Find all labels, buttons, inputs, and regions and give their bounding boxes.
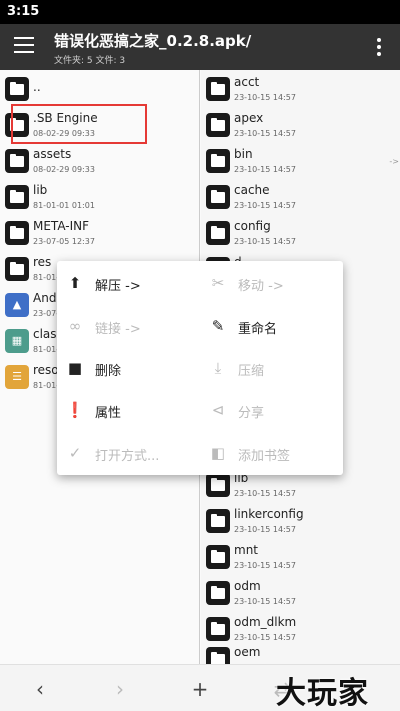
file-row[interactable]: config 23-10-15 14:57 xyxy=(201,216,400,252)
file-name: config xyxy=(234,219,271,233)
file-row[interactable]: lib 81-01-01 01:01 xyxy=(0,180,199,216)
forward-arrow-icon[interactable]: › xyxy=(105,675,135,703)
file-name: .. xyxy=(33,80,41,94)
folder-icon xyxy=(206,509,230,533)
resources-file-icon: ☰ xyxy=(5,365,29,389)
file-name: acct xyxy=(234,75,260,89)
link-menu-item[interactable]: ∞ 链接 -> xyxy=(57,305,200,347)
file-date: 23-10-15 14:57 xyxy=(234,165,296,174)
file-date: 23-07-05 12:37 xyxy=(33,237,95,246)
file-name: apex xyxy=(234,111,264,125)
file-row[interactable]: bin 23-10-15 14:57 -> xyxy=(201,144,400,180)
android-file-icon: ▲ xyxy=(5,293,29,317)
file-row[interactable]: apex 23-10-15 14:57 xyxy=(201,108,400,144)
folder-icon xyxy=(206,581,230,605)
file-row[interactable]: oem xyxy=(201,642,400,664)
file-row[interactable]: mnt 23-10-15 14:57 xyxy=(201,540,400,576)
file-row[interactable]: cache 23-10-15 14:57 xyxy=(201,180,400,216)
compress-menu-item[interactable]: ⤓ 压缩 xyxy=(200,347,343,389)
folder-icon xyxy=(206,221,230,245)
folder-icon xyxy=(206,473,230,497)
folder-icon xyxy=(206,647,230,664)
folder-icon xyxy=(206,149,230,173)
symlink-arrow: -> xyxy=(389,157,399,166)
file-date: 23-10-15 14:57 xyxy=(234,201,296,210)
file-name: odm xyxy=(234,579,261,593)
file-row[interactable]: assets 08-02-29 09:33 xyxy=(0,144,199,180)
file-name: bin xyxy=(234,147,253,161)
add-bookmark-menu-item[interactable]: ◧ 添加书签 xyxy=(200,432,343,474)
file-date: 23-10-15 14:57 xyxy=(234,129,296,138)
top-toolbar: 错误化恶搞之家_0.2.8.apk/ 文件夹: 5 文件: 3 xyxy=(0,24,400,70)
file-name: linkerconfig xyxy=(234,507,304,521)
folder-icon xyxy=(206,77,230,101)
file-name: oem xyxy=(234,645,261,659)
folder-icon xyxy=(206,185,230,209)
bookmark-icon: ◧ xyxy=(210,444,226,462)
rename-menu-item[interactable]: ✎ 重命名 xyxy=(200,305,343,347)
file-name: res xyxy=(33,255,52,269)
pencil-icon: ✎ xyxy=(211,317,225,335)
file-name: mnt xyxy=(234,543,258,557)
folder-icon xyxy=(206,545,230,569)
file-row[interactable]: META-INF 23-07-05 12:37 xyxy=(0,216,199,252)
open-with-menu-item[interactable]: ✓ 打开方式... xyxy=(57,432,200,474)
download-icon: ⤓ xyxy=(214,359,222,377)
status-bar: 3:15 xyxy=(0,0,400,24)
add-icon[interactable]: + xyxy=(185,675,215,703)
file-row[interactable]: odm 23-10-15 14:57 xyxy=(201,576,400,612)
link-icon: ∞ xyxy=(68,317,82,335)
extract-icon: ⬆ xyxy=(68,274,82,292)
selection-highlight-box xyxy=(11,104,147,144)
file-row[interactable]: linkerconfig 23-10-15 14:57 xyxy=(201,504,400,540)
properties-menu-item[interactable]: ❗ 属性 xyxy=(57,389,200,431)
info-alert-icon: ❗ xyxy=(65,401,85,419)
file-date: 08-02-29 09:33 xyxy=(33,165,95,174)
delete-menu-item[interactable]: ■ 删除 xyxy=(57,347,200,389)
back-arrow-icon[interactable]: ‹ xyxy=(25,675,55,703)
folder-icon xyxy=(5,221,29,245)
status-time: 3:15 xyxy=(7,4,40,19)
file-date: 23-10-15 14:57 xyxy=(234,597,296,606)
file-date: 23-10-15 14:57 xyxy=(234,633,296,642)
file-name: cache xyxy=(234,183,270,197)
more-options-icon[interactable] xyxy=(372,38,386,56)
file-name: assets xyxy=(33,147,72,161)
folder-icon xyxy=(5,257,29,281)
folder-file-count: 文件夹: 5 文件: 3 xyxy=(54,56,126,66)
file-name: META-INF xyxy=(33,219,90,233)
file-date: 23-10-15 14:57 xyxy=(234,561,296,570)
file-date: 23-07- xyxy=(33,309,60,318)
file-date: 81-01- xyxy=(33,345,60,354)
context-menu: ⬆ 解压 -> ✂ 移动 -> ∞ 链接 -> ✎ 重命名 ■ 删除 ⤓ 压缩 … xyxy=(57,261,343,475)
folder-icon xyxy=(206,113,230,137)
share-menu-item[interactable]: ⊲ 分享 xyxy=(200,389,343,431)
file-row[interactable]: .. xyxy=(0,72,199,108)
file-date: 23-10-15 14:57 xyxy=(234,525,296,534)
file-date: 81-01- xyxy=(33,273,60,282)
extract-menu-item[interactable]: ⬆ 解压 -> xyxy=(57,262,200,304)
trash-icon: ■ xyxy=(67,359,83,377)
file-row[interactable]: acct 23-10-15 14:57 xyxy=(201,72,400,108)
check-icon: ✓ xyxy=(68,444,82,462)
file-name: lib xyxy=(33,183,48,197)
folder-icon xyxy=(5,77,29,101)
folder-icon xyxy=(206,617,230,641)
folder-icon xyxy=(5,149,29,173)
dex-file-icon: ▦ xyxy=(5,329,29,353)
file-date: 23-10-15 14:57 xyxy=(234,489,296,498)
menu-icon[interactable] xyxy=(14,37,34,55)
page-title: 错误化恶搞之家_0.2.8.apk/ xyxy=(54,32,252,50)
share-icon: ⊲ xyxy=(211,401,225,419)
file-date: 81-01-01 01:01 xyxy=(33,201,95,210)
watermark-logo: 大玩家 xyxy=(276,676,369,711)
file-date: 23-10-15 14:57 xyxy=(234,237,296,246)
folder-icon xyxy=(5,185,29,209)
scissors-icon: ✂ xyxy=(211,274,225,292)
file-name: odm_dlkm xyxy=(234,615,297,629)
file-date: 23-10-15 14:57 xyxy=(234,93,296,102)
move-menu-item[interactable]: ✂ 移动 -> xyxy=(200,262,343,304)
file-date: 81-01- xyxy=(33,381,60,390)
